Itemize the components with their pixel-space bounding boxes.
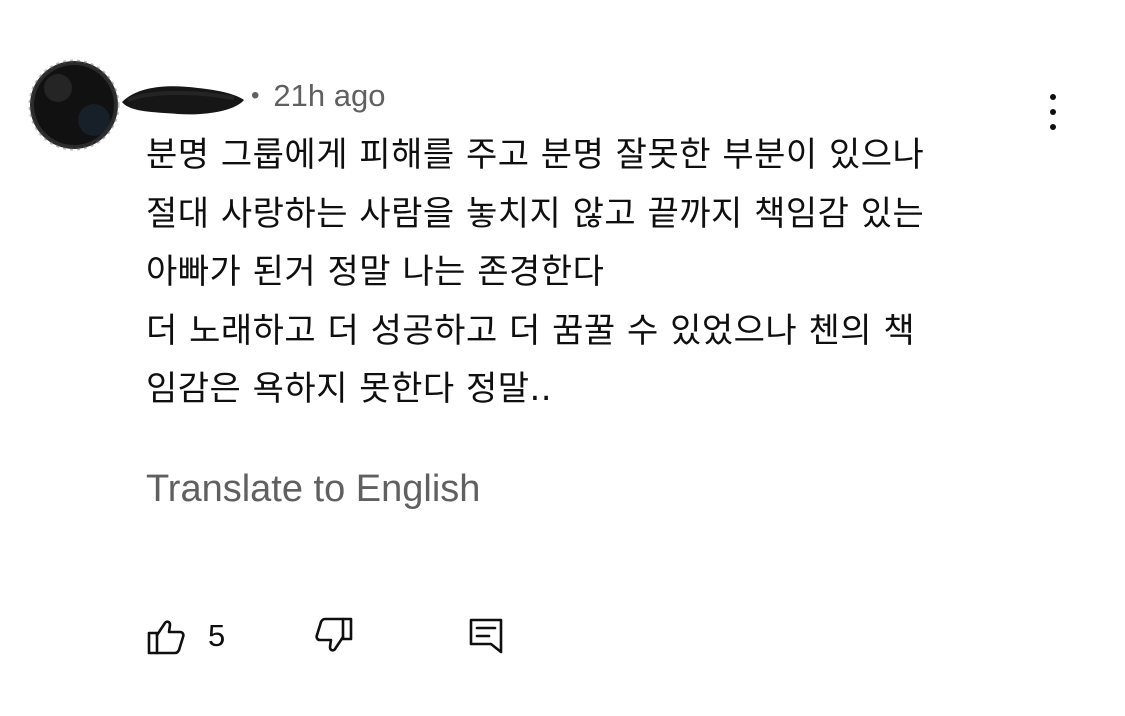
comment-line: 절대 사랑하는 사람을 놓치지 않고 끝까지 책임감 있는	[146, 193, 925, 234]
comment-line: 임감은 욕하지 못한다 정말..	[146, 369, 553, 409]
like-button[interactable]: 5	[146, 614, 225, 658]
comment-meta: • 21h ago	[251, 76, 385, 116]
like-count: 5	[208, 618, 226, 653]
comment-timestamp[interactable]: 21h ago	[273, 78, 385, 114]
dislike-button[interactable]	[314, 614, 354, 658]
avatar[interactable]	[28, 58, 124, 154]
comment-icon	[469, 618, 503, 654]
comment-line: 더 노래하고 더 성공하고 더 꿈꿀 수 있었으나 첸의 책	[146, 310, 916, 351]
thumbs-down-icon	[315, 617, 353, 652]
author-name-redacted[interactable]	[118, 72, 246, 122]
thumbs-up-icon	[147, 620, 185, 655]
comment-line: 아빠가 된거 정말 나는 존경한다	[146, 252, 605, 292]
translate-button[interactable]: Translate to English	[146, 468, 480, 511]
meta-separator: •	[251, 82, 260, 109]
comment-line: 분명 그룹에게 피해를 주고 분명 잘못한 부분이 있으나	[146, 135, 925, 175]
comment-text: 분명 그룹에게 피해를 주고 분명 잘못한 부분이 있으나 절대 사랑하는 사람…	[146, 126, 1046, 419]
more-vertical-icon	[1050, 94, 1056, 100]
reply-button[interactable]	[466, 614, 506, 658]
